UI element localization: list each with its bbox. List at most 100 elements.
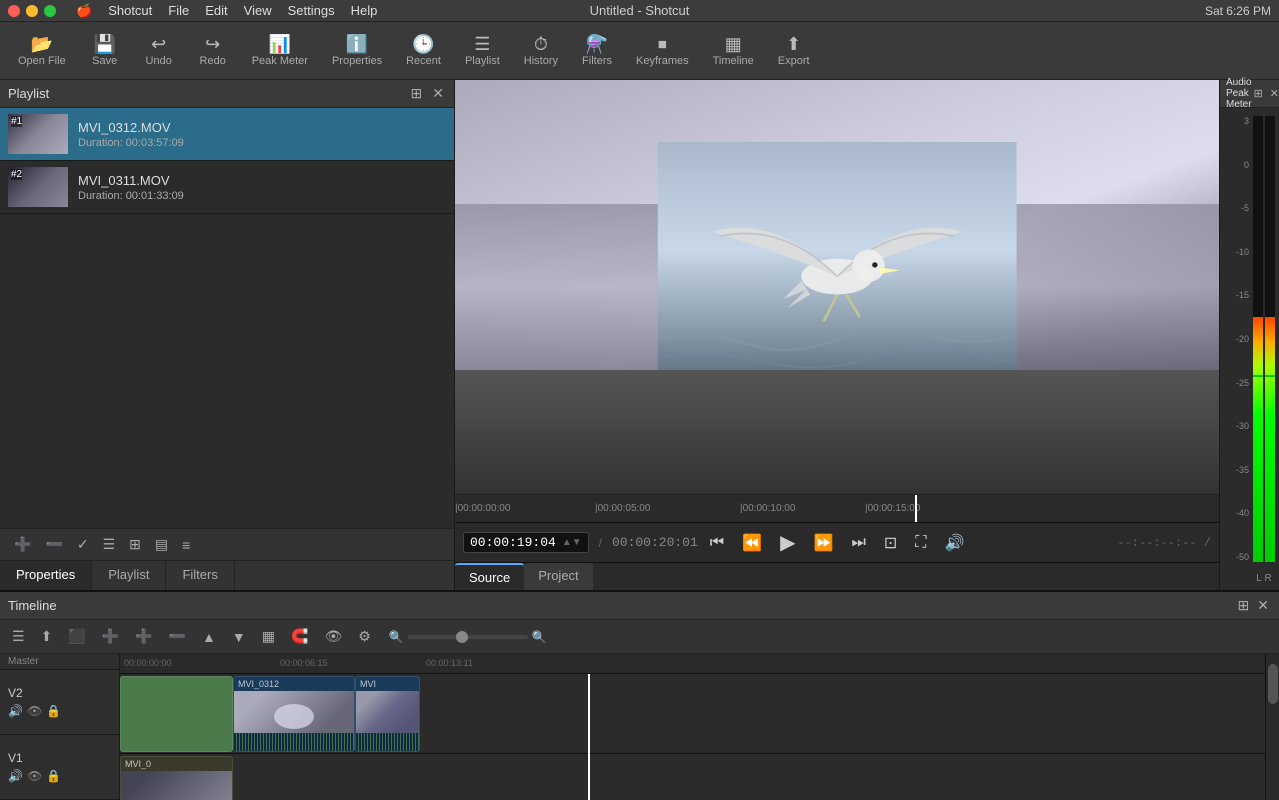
timeline-remove-button[interactable]: ➖ bbox=[163, 625, 192, 648]
toolbar-history[interactable]: ⏱ History bbox=[514, 31, 568, 71]
audio-icon-v1[interactable]: 🔊 bbox=[8, 769, 23, 783]
playlist-item-info-1: MVI_0312.MOV Duration: 00:03:57:09 bbox=[78, 120, 184, 149]
tab-playlist[interactable]: Playlist bbox=[92, 561, 166, 590]
menu-settings[interactable]: Settings bbox=[288, 3, 335, 18]
timeline-header-controls[interactable]: ⊞ ✕ bbox=[1236, 597, 1271, 614]
play-button[interactable]: ▶ bbox=[774, 526, 801, 559]
toolbar-timeline[interactable]: ▦ Timeline bbox=[703, 31, 764, 71]
audio-close-button[interactable]: ✕ bbox=[1268, 87, 1279, 100]
tab-filters[interactable]: Filters bbox=[166, 561, 234, 590]
playlist-grid-button[interactable]: ⊞ bbox=[123, 533, 147, 556]
playlist-sort-button[interactable]: ≡ bbox=[176, 533, 196, 556]
timeline-add-track-button[interactable]: ➕ bbox=[129, 625, 158, 648]
scale--20: -20 bbox=[1224, 334, 1249, 344]
timeline-block-button[interactable]: ▦ bbox=[256, 625, 281, 648]
timeline-close-button[interactable]: ✕ bbox=[1255, 597, 1271, 614]
playhead-scrubber[interactable] bbox=[915, 495, 917, 522]
timeline-arrow-up[interactable]: ▲ bbox=[196, 626, 222, 648]
scroll-thumb[interactable] bbox=[1268, 664, 1278, 704]
time-display[interactable]: 00:00:19:04 ▲▼ bbox=[463, 532, 589, 553]
total-time: 00:00:20:01 bbox=[612, 535, 698, 550]
zoom-slider[interactable]: 🔍 🔍 bbox=[389, 630, 547, 644]
clip-v2-1[interactable]: MVI_0312 bbox=[233, 676, 355, 752]
master-track-label: Master bbox=[0, 654, 119, 670]
timeline-playhead[interactable] bbox=[588, 674, 590, 800]
recent-label: Recent bbox=[406, 55, 441, 67]
toolbar-recent[interactable]: 🕒 Recent bbox=[396, 31, 451, 71]
playlist-remove-button[interactable]: ➖ bbox=[39, 533, 68, 556]
toolbar-save[interactable]: 💾 Save bbox=[80, 31, 130, 71]
toggle-button[interactable]: ⊡ bbox=[878, 529, 903, 557]
playlist-item[interactable]: #1 MVI_0312.MOV Duration: 00:03:57:09 bbox=[0, 108, 454, 161]
lock-icon-v1[interactable]: 🔒 bbox=[46, 769, 61, 783]
playlist-header-controls[interactable]: ⊞ ✕ bbox=[409, 85, 446, 102]
zoom-out-icon[interactable]: 🔍 bbox=[389, 630, 404, 644]
status-bar: Sat 6:26 PM bbox=[1205, 4, 1271, 18]
audio-icon[interactable]: 🔊 bbox=[8, 704, 23, 718]
toolbar-filters[interactable]: ⚗️ Filters bbox=[572, 31, 622, 71]
timeline-lift-button[interactable]: ⬆ bbox=[35, 625, 59, 648]
timeline-arrow-down[interactable]: ▼ bbox=[226, 626, 252, 648]
traffic-lights[interactable] bbox=[8, 5, 56, 17]
toolbar-properties[interactable]: ℹ️ Properties bbox=[322, 31, 392, 71]
lock-icon[interactable]: 🔒 bbox=[46, 704, 61, 718]
toolbar-playlist[interactable]: ☰ Playlist bbox=[455, 31, 510, 71]
fullscreen-button[interactable]: ⛶ bbox=[909, 530, 932, 556]
toolbar-undo[interactable]: ↩ Undo bbox=[134, 31, 184, 71]
scrubber-timeline[interactable]: |00:00:00:00 |00:00:05:00 |00:00:10:00 |… bbox=[455, 494, 1219, 522]
menu-apple[interactable]: 🍎 bbox=[76, 3, 92, 19]
master-label: Master bbox=[8, 656, 39, 667]
timeline-overwrite-button[interactable]: ⬛ bbox=[62, 625, 91, 648]
menu-view[interactable]: View bbox=[244, 3, 272, 18]
tab-properties[interactable]: Properties bbox=[0, 561, 92, 590]
menu-edit[interactable]: Edit bbox=[205, 3, 227, 18]
toolbar-keyframes[interactable]: ⏹ Keyframes bbox=[626, 31, 699, 71]
menu-help[interactable]: Help bbox=[351, 3, 378, 18]
playlist-check-button[interactable]: ✓ bbox=[71, 533, 95, 556]
tab-source[interactable]: Source bbox=[455, 563, 524, 590]
timeline-settings-button[interactable]: ⚙ bbox=[352, 625, 377, 648]
playlist-list-button[interactable]: ☰ bbox=[97, 533, 122, 556]
timeline-snap-button[interactable]: 🧲 bbox=[285, 625, 314, 648]
eye-icon[interactable]: 👁 bbox=[27, 704, 42, 718]
app-menu[interactable]: 🍎 Shotcut File Edit View Settings Help bbox=[76, 3, 377, 19]
menu-shotcut[interactable]: Shotcut bbox=[108, 3, 152, 18]
eye-icon-v1[interactable]: 👁 bbox=[27, 769, 42, 783]
playlist-detail-button[interactable]: ▤ bbox=[149, 533, 174, 556]
meter-bar-left bbox=[1253, 116, 1263, 562]
playlist-add-button[interactable]: ➕ bbox=[8, 533, 37, 556]
tab-project[interactable]: Project bbox=[524, 563, 592, 590]
toolbar-redo[interactable]: ↪ Redo bbox=[188, 31, 238, 71]
toolbar-export[interactable]: ⬆ Export bbox=[768, 31, 820, 71]
clip-v2-2[interactable]: MVI bbox=[355, 676, 420, 752]
timeline-menu-button[interactable]: ☰ bbox=[6, 625, 31, 648]
playlist-item[interactable]: #2 MVI_0311.MOV Duration: 00:01:33:09 bbox=[0, 161, 454, 214]
step-back-button[interactable]: ⏪ bbox=[736, 529, 768, 557]
timeline-undock-button[interactable]: ⊞ bbox=[1236, 597, 1252, 614]
go-to-end-button[interactable]: ⏭ bbox=[845, 530, 871, 556]
step-forward-button[interactable]: ⏩ bbox=[808, 529, 840, 557]
volume-button[interactable]: 🔊 bbox=[938, 529, 970, 557]
clip-v1-1[interactable]: MVI_0 bbox=[120, 756, 233, 800]
timeline-insert-button[interactable]: ➕ bbox=[96, 625, 125, 648]
track-ruler[interactable]: 00:00:00:00 00:00:06:15 00:00:13:11 bbox=[120, 654, 1265, 674]
toolbar-peak-meter[interactable]: 📊 Peak Meter bbox=[242, 31, 318, 71]
timeline-ripple-button[interactable]: 👁 bbox=[318, 625, 348, 648]
menu-file[interactable]: File bbox=[168, 3, 189, 18]
toolbar-open-file[interactable]: 📂 Open File bbox=[8, 31, 76, 71]
timeline-scrollbar[interactable] bbox=[1265, 654, 1279, 800]
zoom-track[interactable] bbox=[408, 635, 528, 639]
clip-v2-empty[interactable] bbox=[120, 676, 233, 752]
go-to-start-button[interactable]: ⏮ bbox=[704, 530, 730, 556]
audio-undock-button[interactable]: ⊞ bbox=[1252, 87, 1265, 100]
close-button[interactable] bbox=[8, 5, 20, 17]
playlist-undock-button[interactable]: ⊞ bbox=[409, 85, 425, 102]
minimize-button[interactable] bbox=[26, 5, 38, 17]
playlist-close-button[interactable]: ✕ bbox=[430, 85, 446, 102]
player-controls: 00:00:19:04 ▲▼ / 00:00:20:01 ⏮ ⏪ ▶ ⏩ ⏭ ⊡… bbox=[455, 522, 1219, 562]
track-row-v1: MVI_0 bbox=[120, 754, 1265, 800]
zoom-in-icon[interactable]: 🔍 bbox=[532, 630, 547, 644]
zoom-thumb[interactable] bbox=[456, 631, 468, 643]
maximize-button[interactable] bbox=[44, 5, 56, 17]
audio-header-controls[interactable]: ⊞ ✕ bbox=[1252, 87, 1279, 100]
